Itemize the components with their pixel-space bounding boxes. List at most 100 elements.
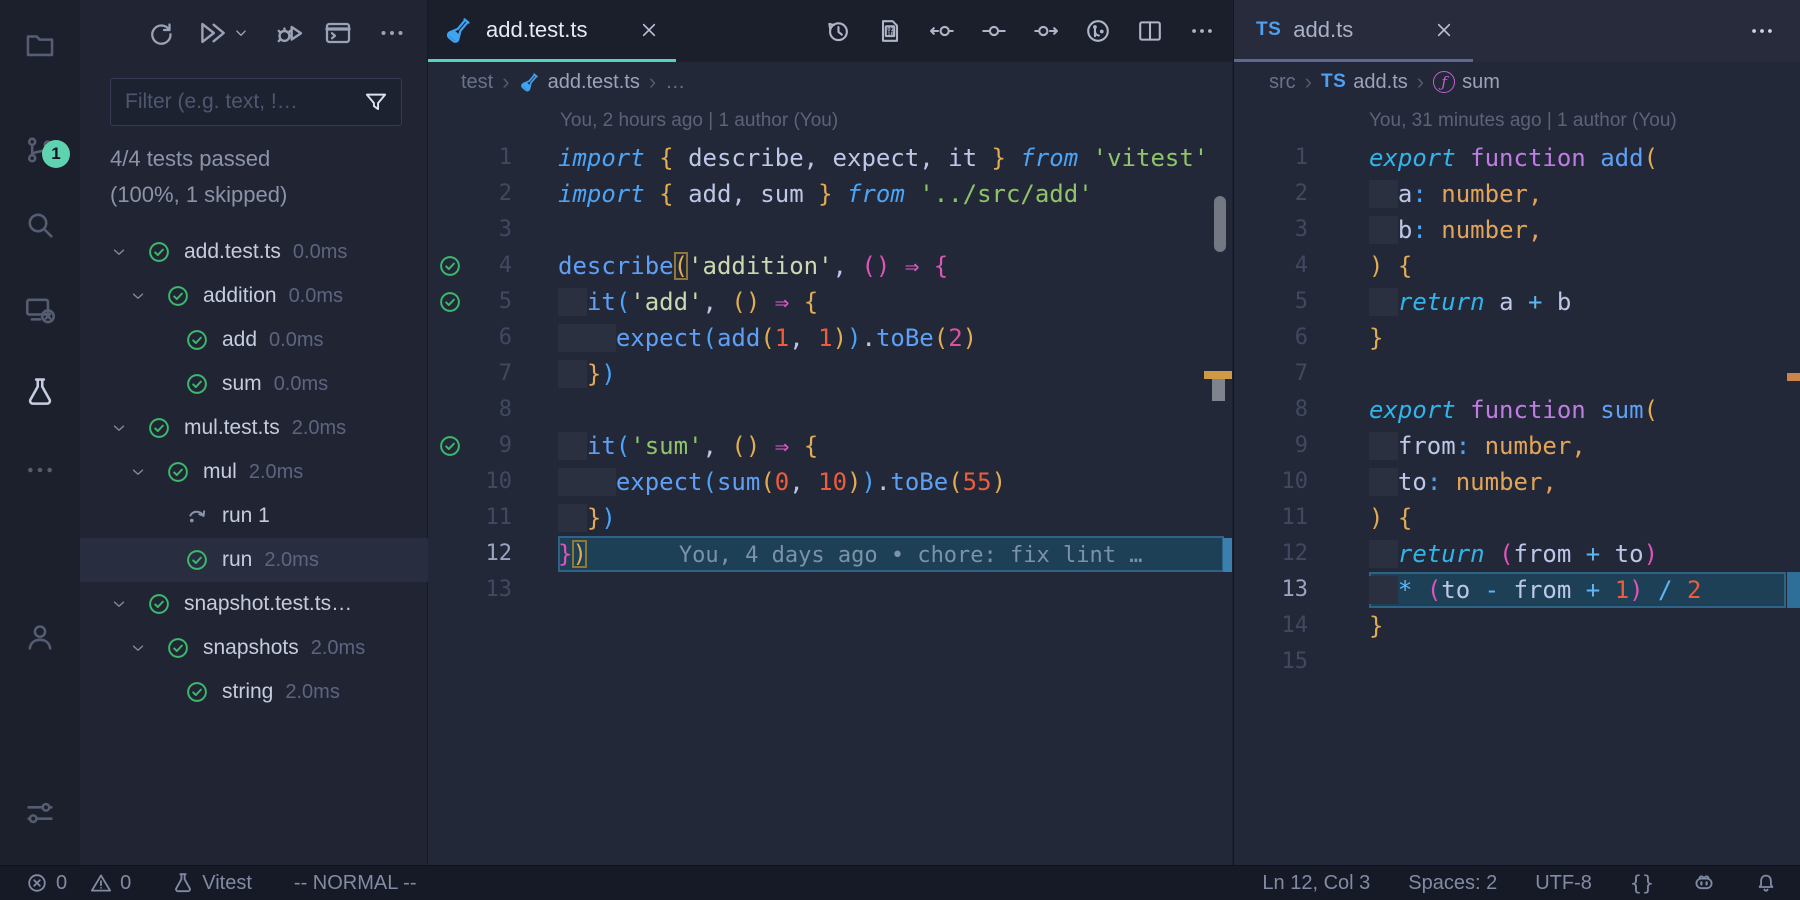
chevron-down-icon[interactable]	[110, 243, 146, 261]
test-pass-gutter-icon[interactable]	[428, 248, 472, 284]
editor-action-binary-file[interactable]: 0110	[876, 17, 904, 45]
code-line-12[interactable]: 12 return (from + to)	[1234, 536, 1800, 572]
code-line-1[interactable]: 1export function add(	[1234, 140, 1800, 176]
editor-action-history[interactable]	[824, 17, 852, 45]
breadcrumb-item-test[interactable]: test	[461, 71, 493, 94]
debug-run-icon	[273, 17, 305, 49]
tab-add-test-ts[interactable]: add.test.ts	[428, 0, 676, 62]
code-line-14[interactable]: 14}	[1234, 608, 1800, 644]
status-vim-mode[interactable]: -- NORMAL --	[294, 872, 417, 895]
editor-action-commit[interactable]	[980, 17, 1008, 45]
editor-action-more[interactable]	[1188, 17, 1216, 45]
code-line-12[interactable]: 12})You, 4 days ago • chore: fix lint …	[428, 536, 1232, 572]
code-line-8[interactable]: 8export function sum(	[1234, 392, 1800, 428]
chevron-down-icon[interactable]	[110, 595, 146, 613]
tab-add-ts[interactable]: TS add.ts	[1234, 0, 1473, 62]
editor-action-prev-change[interactable]	[928, 17, 956, 45]
toolbar-debug-tests-button[interactable]	[273, 17, 305, 49]
code-area[interactable]: 1export function add(2 a: number,3 b: nu…	[1234, 140, 1800, 680]
test-tree-item-string[interactable]: string2.0ms	[80, 670, 428, 714]
code-line-15[interactable]: 15	[1234, 644, 1800, 680]
editor-action-next-change[interactable]	[1032, 17, 1060, 45]
code-line-13[interactable]: 13 * (to - from + 1) / 2	[1234, 572, 1800, 608]
code-line-3[interactable]: 3	[428, 212, 1232, 248]
test-tree-item-add[interactable]: add0.0ms	[80, 318, 428, 362]
chevron-down-icon[interactable]	[129, 287, 165, 305]
status-indentation[interactable]: Spaces: 2	[1408, 872, 1497, 895]
code-line-10[interactable]: 10 to: number,	[1234, 464, 1800, 500]
chevron-down-icon[interactable]	[129, 463, 165, 481]
activity-item-settings[interactable]	[23, 796, 57, 830]
code-line-4[interactable]: 4describe('addition', () ⇒ {	[428, 248, 1232, 284]
test-tree-item-snapshot-test-ts-[interactable]: snapshot.test.ts…	[80, 582, 428, 626]
editor-action-more[interactable]	[1748, 17, 1776, 45]
editor-action-split-editor[interactable]	[1136, 17, 1164, 45]
code-line-6[interactable]: 6 expect(add(1, 1)).toBe(2)	[428, 320, 1232, 356]
breadcrumb-item-sum[interactable]: ƒsum	[1433, 71, 1500, 94]
close-tab-icon[interactable]	[638, 19, 660, 41]
test-tree-item-mul-test-ts[interactable]: mul.test.ts2.0ms	[80, 406, 428, 450]
code-line-5[interactable]: 5 it('add', () ⇒ {	[428, 284, 1232, 320]
scrollbar-handle[interactable]	[1214, 196, 1226, 252]
code-line-9[interactable]: 9 from: number,	[1234, 428, 1800, 464]
activity-item-account[interactable]	[23, 620, 57, 654]
status-language-braces[interactable]: {}	[1630, 871, 1654, 895]
activity-item-testing[interactable]	[23, 375, 57, 409]
code-line-7[interactable]: 7 })	[428, 356, 1232, 392]
test-tree-item-snapshots[interactable]: snapshots2.0ms	[80, 626, 428, 670]
status-copilot[interactable]	[1692, 871, 1716, 895]
breadcrumb-item-add-ts[interactable]: TSadd.ts	[1321, 71, 1408, 94]
test-tree-item-mul[interactable]: mul2.0ms	[80, 450, 428, 494]
code-line-1[interactable]: 1import { describe, expect, it } from 'v…	[428, 140, 1232, 176]
status-cursor-position[interactable]: Ln 12, Col 3	[1262, 872, 1370, 895]
breadcrumb-item-add-test-ts[interactable]: add.test.ts	[519, 71, 640, 94]
code-line-9[interactable]: 9 it('sum', () ⇒ {	[428, 428, 1232, 464]
breadcrumb-item--[interactable]: …	[665, 71, 685, 94]
activity-item-explorer[interactable]	[23, 28, 57, 62]
code-line-6[interactable]: 6}	[1234, 320, 1800, 356]
code-line-2[interactable]: 2import { add, sum } from '../src/add'	[428, 176, 1232, 212]
editor-action-graph[interactable]	[1084, 17, 1112, 45]
code-area[interactable]: 1import { describe, expect, it } from 'v…	[428, 140, 1232, 608]
activity-item-more[interactable]	[23, 453, 57, 487]
code-line-13[interactable]: 13	[428, 572, 1232, 608]
code-line-11[interactable]: 11) {	[1234, 500, 1800, 536]
status-problems-errors[interactable]: 0	[25, 871, 67, 895]
test-filter-input[interactable]: Filter (e.g. text, !…	[110, 78, 402, 126]
test-duration: 2.0ms	[285, 681, 339, 704]
gitlens-blame-header: You, 31 minutes ago | 1 author (You)	[1369, 102, 1677, 140]
toolbar-more-actions-button[interactable]	[377, 18, 407, 48]
toolbar-run-all-button[interactable]	[196, 17, 228, 49]
test-pass-gutter-icon[interactable]	[428, 284, 472, 320]
status-vitest[interactable]: Vitest	[171, 871, 252, 895]
activity-item-remote-explorer[interactable]	[23, 293, 57, 327]
test-tree-item-run-1[interactable]: run 1	[80, 494, 428, 538]
code-line-10[interactable]: 10 expect(sum(0, 10)).toBe(55)	[428, 464, 1232, 500]
code-line-2[interactable]: 2 a: number,	[1234, 176, 1800, 212]
status-problems-warnings[interactable]: 0	[89, 871, 131, 895]
line-number: 2	[1234, 176, 1308, 212]
activity-item-search[interactable]	[23, 208, 57, 242]
toolbar-refresh-button[interactable]	[145, 18, 175, 48]
breadcrumb-item-src[interactable]: src	[1269, 71, 1296, 94]
code-line-11[interactable]: 11 })	[428, 500, 1232, 536]
test-pass-gutter-icon[interactable]	[428, 428, 472, 464]
code-line-3[interactable]: 3 b: number,	[1234, 212, 1800, 248]
test-tree-item-addition[interactable]: addition0.0ms	[80, 274, 428, 318]
code-line-7[interactable]: 7	[1234, 356, 1800, 392]
test-tree-item-run[interactable]: run2.0ms	[80, 538, 428, 582]
close-tab-icon[interactable]	[1433, 19, 1455, 41]
chevron-down-icon[interactable]	[129, 639, 165, 657]
skip-icon	[184, 503, 210, 529]
status-notifications-bell[interactable]	[1754, 871, 1778, 895]
status-encoding[interactable]: UTF-8	[1535, 872, 1592, 895]
toolbar-open-panel-button[interactable]	[323, 18, 353, 48]
chevron-down-icon[interactable]	[110, 419, 146, 437]
code-line-8[interactable]: 8	[428, 392, 1232, 428]
code-line-4[interactable]: 4) {	[1234, 248, 1800, 284]
line-number: 11	[1234, 500, 1308, 536]
test-tree-item-sum[interactable]: sum0.0ms	[80, 362, 428, 406]
toolbar-run-dropdown-button[interactable]	[232, 24, 250, 42]
test-tree-item-add-test-ts[interactable]: add.test.ts0.0ms	[80, 230, 428, 274]
code-line-5[interactable]: 5 return a + b	[1234, 284, 1800, 320]
